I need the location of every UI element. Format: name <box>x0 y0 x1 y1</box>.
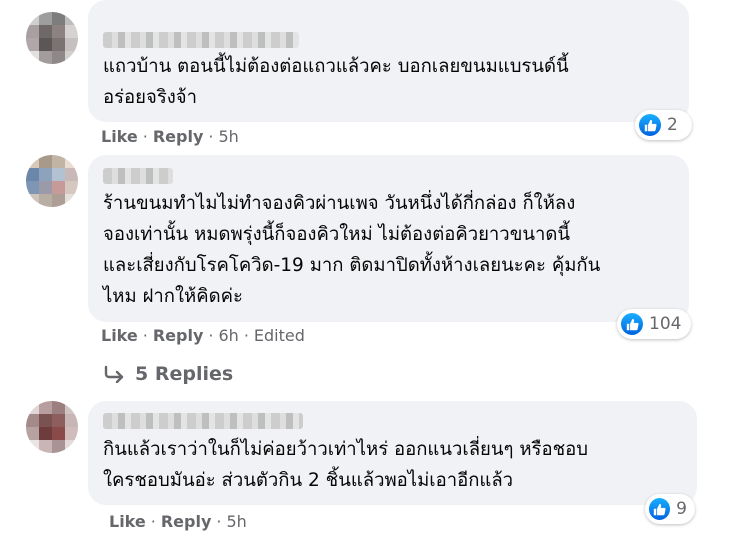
timestamp[interactable]: 5h <box>226 512 246 531</box>
comment-text: กินแล้วเราว่าในก็ไม่ค่อยว้าวเท่าไหร่ ออก… <box>103 439 589 491</box>
avatar-pixel <box>26 181 39 194</box>
separator-dot: · <box>208 127 214 146</box>
avatar-pixel <box>26 168 39 181</box>
like-reaction-icon <box>621 313 643 335</box>
comment-text: แถวบ้าน ตอนนี้ไม่ต้องต่อแถวแล้วคะ บอกเลย… <box>103 56 569 108</box>
avatar-pixel <box>39 181 52 194</box>
comment-actions: Like · Reply · 6h · Edited <box>101 326 305 345</box>
avatar-pixel <box>52 51 65 64</box>
avatar-pixel <box>52 194 65 207</box>
reaction-badge[interactable]: 2 <box>635 110 692 140</box>
comment-text: ร้านขนมทำไมไม่ทำจองคิวผ่านเพจ วันหนึ่งได… <box>103 193 601 307</box>
reply-link[interactable]: Reply <box>161 512 212 531</box>
avatar-pixel <box>52 401 65 414</box>
avatar-pixel <box>26 12 39 25</box>
avatar-pixel <box>52 181 65 194</box>
view-replies-link[interactable]: 5 Replies <box>103 360 233 388</box>
reaction-badge[interactable]: 104 <box>617 309 691 339</box>
separator-dot: · <box>142 326 148 345</box>
like-link[interactable]: Like <box>109 512 146 531</box>
separator-dot: · <box>208 326 214 345</box>
timestamp[interactable]: 5h <box>218 127 238 146</box>
avatar-pixel <box>39 414 52 427</box>
avatar-pixel <box>39 155 52 168</box>
separator-dot: · <box>142 127 148 146</box>
avatar-pixel <box>65 51 78 64</box>
avatar-pixel <box>65 401 78 414</box>
avatar-pixel <box>26 25 39 38</box>
avatar-pixel <box>39 401 52 414</box>
replies-count-label[interactable]: 5 Replies <box>135 363 233 385</box>
like-link[interactable]: Like <box>101 127 138 146</box>
separator-dot: · <box>150 512 156 531</box>
avatar[interactable] <box>26 401 78 453</box>
avatar[interactable] <box>26 155 78 207</box>
reaction-count: 2 <box>667 115 678 135</box>
avatar-pixel <box>52 12 65 25</box>
avatar-pixel <box>39 51 52 64</box>
avatar-pixel <box>39 427 52 440</box>
avatar-pixel <box>26 440 39 453</box>
avatar-pixel <box>52 168 65 181</box>
commenter-name-blurred[interactable] <box>103 32 299 48</box>
avatar-pixel <box>65 194 78 207</box>
avatar-pixel <box>52 427 65 440</box>
avatar-pixel <box>52 25 65 38</box>
avatar-pixel <box>39 38 52 51</box>
avatar-pixel <box>26 38 39 51</box>
reaction-count: 104 <box>649 314 682 334</box>
avatar-pixel <box>26 427 39 440</box>
like-link[interactable]: Like <box>101 326 138 345</box>
avatar-pixel <box>65 25 78 38</box>
separator-dot: · <box>216 512 222 531</box>
avatar-pixel <box>52 440 65 453</box>
avatar-pixel <box>39 12 52 25</box>
avatar-pixel <box>52 155 65 168</box>
avatar-pixel <box>39 194 52 207</box>
avatar-pixel <box>39 440 52 453</box>
avatar-pixel <box>65 440 78 453</box>
like-reaction-icon <box>639 114 661 136</box>
avatar-pixel <box>39 25 52 38</box>
avatar-pixel <box>65 155 78 168</box>
reaction-count: 9 <box>676 499 687 519</box>
avatar-pixel <box>65 38 78 51</box>
avatar-pixel <box>65 12 78 25</box>
avatar[interactable] <box>26 12 78 64</box>
avatar-pixel <box>26 414 39 427</box>
avatar-pixel <box>65 414 78 427</box>
timestamp[interactable]: 6h <box>218 326 238 345</box>
avatar-pixel <box>52 414 65 427</box>
avatar-pixel <box>65 181 78 194</box>
like-reaction-icon <box>649 498 671 520</box>
separator-dot: · <box>243 326 249 345</box>
avatar-pixel <box>26 51 39 64</box>
reaction-badge[interactable]: 9 <box>645 494 695 524</box>
avatar-pixel <box>26 401 39 414</box>
reply-arrow-icon <box>103 365 125 383</box>
comment-actions: Like · Reply · 5h <box>109 512 247 531</box>
avatar-pixel <box>65 168 78 181</box>
avatar-pixel <box>26 155 39 168</box>
avatar-pixel <box>26 194 39 207</box>
commenter-name-blurred[interactable] <box>103 168 173 184</box>
edited-label: Edited <box>253 326 305 345</box>
avatar-pixel <box>39 168 52 181</box>
comment-actions: Like · Reply · 5h <box>101 127 239 146</box>
avatar-pixel <box>52 38 65 51</box>
avatar-pixel <box>65 427 78 440</box>
commenter-name-blurred[interactable] <box>103 413 303 429</box>
reply-link[interactable]: Reply <box>153 127 204 146</box>
reply-link[interactable]: Reply <box>153 326 204 345</box>
